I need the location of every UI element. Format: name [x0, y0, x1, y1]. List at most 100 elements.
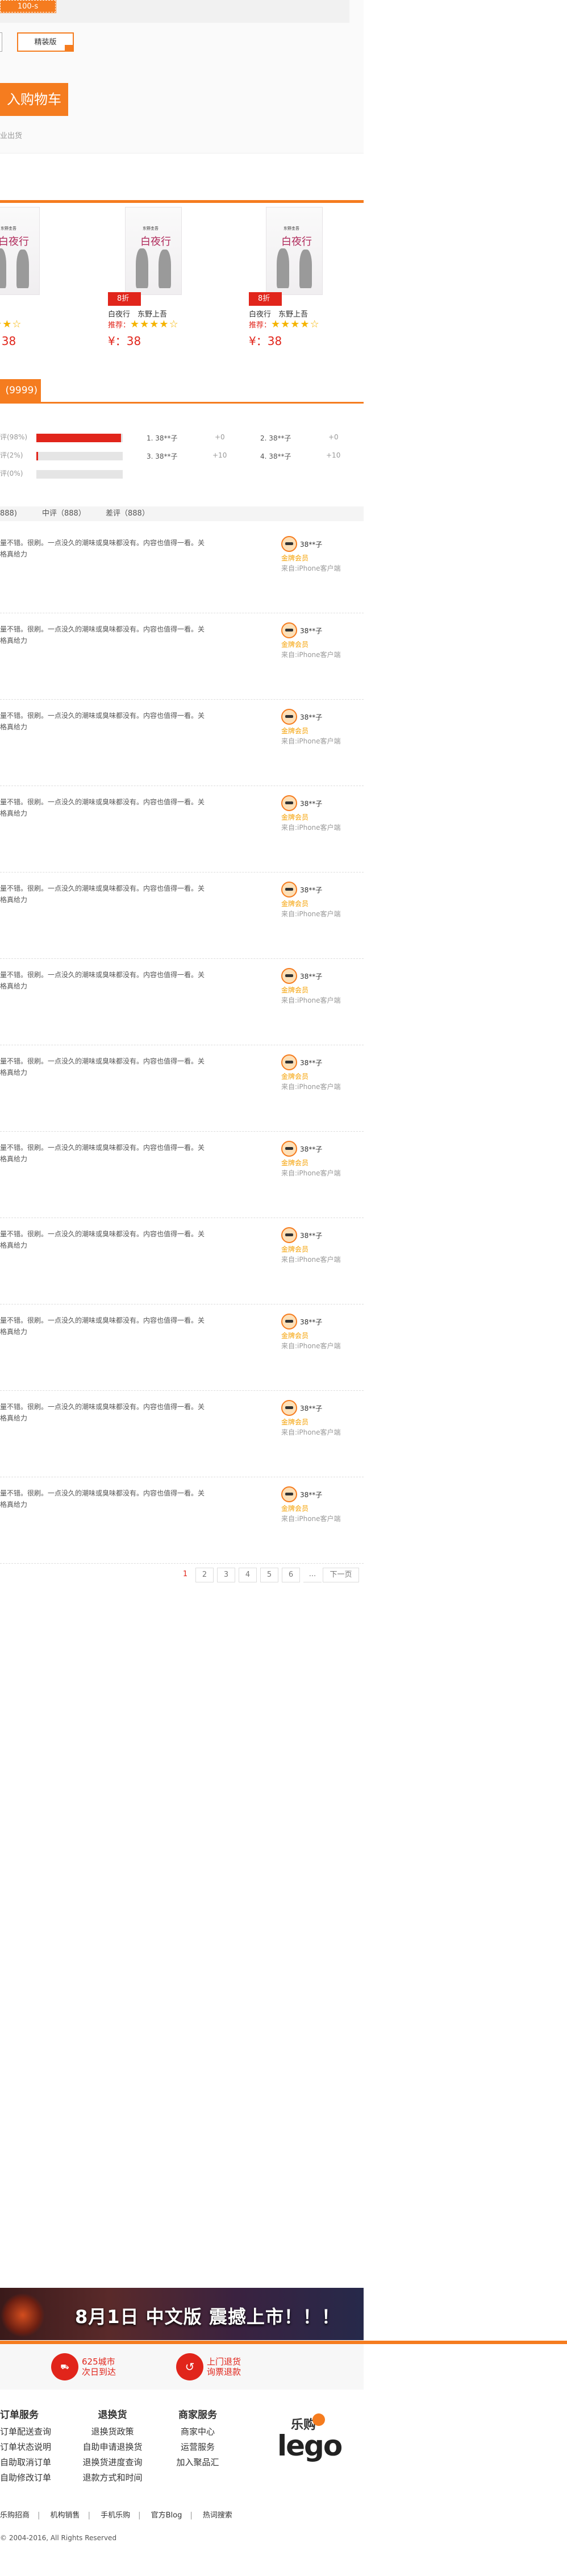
top-reviewer[interactable]: 4. 38**子	[260, 451, 291, 461]
review-username[interactable]: 38**子	[300, 1403, 322, 1413]
book-rating: 推荐：★★★★☆	[108, 318, 179, 330]
avatar[interactable]	[281, 536, 297, 552]
avatar[interactable]	[281, 1141, 297, 1157]
avatar[interactable]	[281, 1486, 297, 1502]
footer-link[interactable]: 退换货进度查询	[78, 2455, 147, 2470]
review-username[interactable]: 38**子	[300, 971, 322, 981]
review-source: 来自:iPhone客户端	[281, 737, 341, 745]
top-reviewer-count: +0	[215, 433, 225, 441]
tab-bad[interactable]: 差评（888）	[106, 506, 149, 521]
logo-word: lego	[277, 2429, 343, 2462]
footer-link[interactable]: 自助取消订单	[0, 2455, 51, 2470]
avatar[interactable]	[281, 1054, 297, 1070]
top-reviewer[interactable]: 1. 38**子	[147, 433, 178, 443]
qty-strip: 100-s	[0, 0, 349, 23]
quantity-tag[interactable]: 100-s	[0, 0, 56, 13]
book-cover-author: 东野圭吾	[143, 226, 159, 231]
avatar[interactable]	[281, 1314, 297, 1329]
bottom-link[interactable]: 官方Blog	[151, 2511, 182, 2520]
book-title[interactable]: 白夜行 东野上吾	[108, 308, 167, 319]
footer-link[interactable]: 订单配送查询	[0, 2424, 51, 2440]
review-text: 量不错。很刷。一点没久的潮味或臭味都没有。内容也值得一看。关 格真给力	[0, 1230, 205, 1249]
avatar[interactable]	[281, 622, 297, 638]
page-link[interactable]: 1	[176, 1568, 194, 1582]
service-item[interactable]: 625城市 次日到达	[82, 2357, 116, 2377]
review-source: 来自:iPhone客户端	[281, 564, 341, 572]
book-cover: 东野圭吾 白夜行	[0, 207, 40, 295]
footer-link[interactable]: 加入聚品汇	[170, 2455, 225, 2470]
review-username[interactable]: 38**子	[300, 1490, 322, 1499]
avatar[interactable]	[281, 795, 297, 811]
member-level: 金牌会员	[281, 813, 309, 821]
bottom-link[interactable]: 机构销售	[51, 2511, 80, 2520]
review-username[interactable]: 38**子	[300, 799, 322, 808]
footer-link[interactable]: 自助修改订单	[0, 2470, 51, 2486]
promo-banner[interactable]: 8月1日 中文版 震撼上市！！！	[0, 2288, 364, 2340]
review-username[interactable]: 38**子	[300, 626, 322, 635]
avatar[interactable]	[281, 968, 297, 984]
rating-bar-label: 评(98%)	[0, 433, 28, 441]
book-cover-title: 白夜行	[0, 236, 29, 248]
footer-link[interactable]: 退换货政策	[78, 2424, 147, 2440]
rating-bar-bad: 评(0%)	[0, 468, 131, 480]
page-link[interactable]: 2	[195, 1568, 214, 1582]
next-page-button[interactable]: 下一页	[323, 1568, 359, 1582]
book-title[interactable]: 白夜行 东野上吾	[249, 308, 308, 319]
review-item: 量不错。很刷。一点没久的潮味或臭味都没有。内容也值得一看。关 格真给力 38**子…	[0, 700, 364, 786]
rating-label: 推荐：	[249, 321, 272, 330]
tab-mid[interactable]: 中评（888）	[42, 506, 86, 521]
tab-good[interactable]: 888)	[0, 506, 17, 521]
review-item: 量不错。很刷。一点没久的潮味或臭味都没有。内容也值得一看。关 格真给力 38**子…	[0, 1132, 364, 1218]
site-logo[interactable]: 乐购 lego	[277, 2410, 343, 2467]
footer-link[interactable]: 运营服务	[170, 2440, 225, 2455]
star-rating-icon: ★★★★☆	[271, 318, 320, 330]
page-link[interactable]: 3	[217, 1568, 235, 1582]
review-source: 来自:iPhone客户端	[281, 824, 341, 832]
footer-link[interactable]: 商家中心	[170, 2424, 225, 2440]
bottom-link[interactable]: 手机乐购	[101, 2511, 130, 2520]
review-username[interactable]: 38**子	[300, 539, 322, 549]
add-to-cart-button[interactable]: 入购物车	[0, 83, 68, 116]
footer-link[interactable]: 退款方式和时间	[78, 2470, 147, 2486]
review-source: 来自:iPhone客户端	[281, 1428, 341, 1436]
review-username[interactable]: 38**子	[300, 712, 322, 722]
book-price: ¥：38	[0, 334, 16, 348]
section-divider	[0, 200, 364, 203]
review-username[interactable]: 38**子	[300, 1231, 322, 1240]
logo-dot-icon	[312, 2413, 325, 2426]
footer-link[interactable]: 订单状态说明	[0, 2440, 51, 2455]
review-username[interactable]: 38**子	[300, 885, 322, 895]
avatar[interactable]	[281, 709, 297, 725]
review-source: 来自:iPhone客户端	[281, 1515, 341, 1523]
avatar[interactable]	[281, 1400, 297, 1416]
review-username[interactable]: 38**子	[300, 1144, 322, 1154]
review-text: 量不错。很刷。一点没久的潮味或臭味都没有。内容也值得一看。关 格真给力	[0, 971, 205, 990]
review-item: 量不错。很刷。一点没久的潮味或臭味都没有。内容也值得一看。关 格真给力 38**子…	[0, 527, 364, 613]
book-cover-title: 白夜行	[140, 236, 171, 248]
book-cover-title: 白夜行	[281, 236, 312, 248]
bottom-link[interactable]: 热词搜索	[203, 2511, 232, 2520]
top-reviewer[interactable]: 3. 38**子	[147, 451, 178, 461]
bottom-link[interactable]: 乐购招商	[0, 2511, 30, 2520]
spec-option-left[interactable]	[0, 32, 2, 52]
review-count-tab[interactable]: (9999)	[0, 379, 41, 402]
review-source: 来自:iPhone客户端	[281, 1169, 341, 1177]
member-level: 金牌会员	[281, 986, 309, 994]
pagination: 1 2 3 4 5 6 ... 下一页	[176, 1568, 364, 1582]
top-reviewer[interactable]: 2. 38**子	[260, 433, 291, 443]
spec-option-hardcover[interactable]: 精装版	[17, 32, 74, 52]
review-item: 量不错。很刷。一点没久的潮味或臭味都没有。内容也值得一看。关 格真给力 38**子…	[0, 786, 364, 872]
page-link[interactable]: 5	[260, 1568, 278, 1582]
review-username[interactable]: 38**子	[300, 1058, 322, 1067]
service-item[interactable]: 上门退货 询票退款	[207, 2357, 241, 2377]
footer-link[interactable]: 自助申请退换货	[78, 2440, 147, 2455]
page-link[interactable]: 4	[239, 1568, 257, 1582]
member-level: 金牌会员	[281, 641, 309, 649]
avatar[interactable]	[281, 882, 297, 898]
review-item: 量不错。很刷。一点没久的潮味或臭味都没有。内容也值得一看。关 格真给力 38**子…	[0, 1391, 364, 1477]
review-username[interactable]: 38**子	[300, 1317, 322, 1327]
review-source: 来自:iPhone客户端	[281, 1256, 341, 1264]
page-link[interactable]: 6	[282, 1568, 300, 1582]
avatar[interactable]	[281, 1227, 297, 1243]
selected-check-icon	[65, 45, 74, 52]
